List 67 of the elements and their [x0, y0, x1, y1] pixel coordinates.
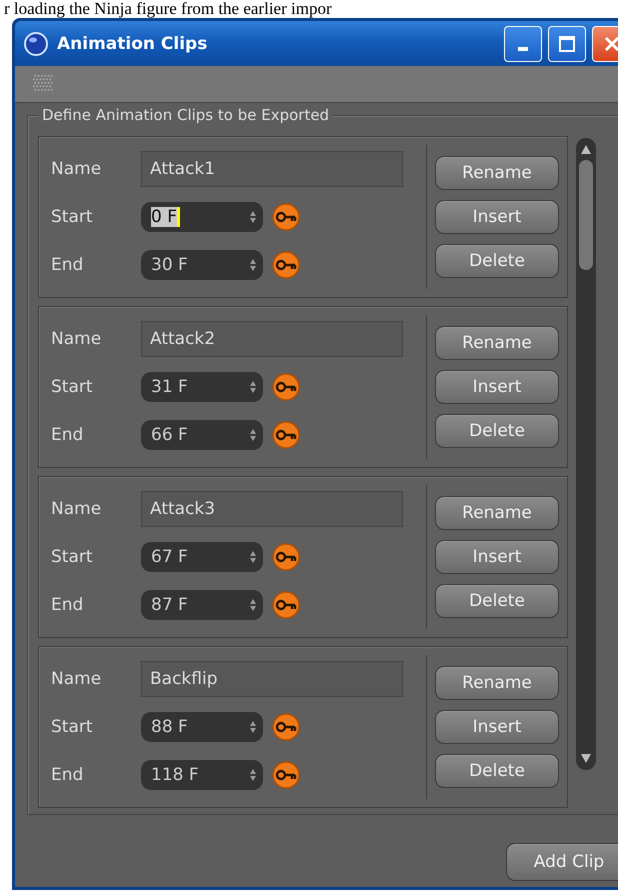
orb-icon	[23, 30, 49, 56]
start-label: Start	[51, 717, 94, 737]
maximize-button[interactable]	[548, 26, 586, 62]
end-frame-field[interactable]: 118 F	[141, 760, 263, 790]
start-frame-field[interactable]: 0 F	[141, 202, 263, 232]
key-icon[interactable]	[271, 202, 301, 232]
delete-button[interactable]: Delete	[435, 414, 559, 448]
end-label: End	[51, 425, 84, 445]
name-label: Name	[51, 159, 102, 179]
end-frame-field[interactable]: 66 F	[141, 420, 263, 450]
minimize-icon	[518, 46, 528, 50]
spin-arrows-icon[interactable]	[249, 768, 257, 782]
key-icon[interactable]	[271, 590, 301, 620]
start-label: Start	[51, 207, 94, 227]
caption-text: r loading the Ninja figure from the earlier impor	[3, 0, 333, 18]
insert-button[interactable]: Insert	[435, 200, 559, 234]
spin-arrows-icon[interactable]	[249, 550, 257, 564]
name-field[interactable]: Attack3	[141, 491, 403, 527]
rename-button[interactable]: Rename	[435, 496, 559, 530]
name-field[interactable]: Attack1	[141, 151, 403, 187]
group-legend: Define Animation Clips to be Exported	[38, 106, 334, 124]
end-label: End	[51, 595, 84, 615]
key-icon[interactable]	[271, 712, 301, 742]
scroll-down-icon[interactable]	[580, 752, 592, 764]
window-title: Animation Clips	[57, 34, 208, 54]
key-icon[interactable]	[271, 372, 301, 402]
key-icon[interactable]	[271, 760, 301, 790]
delete-button[interactable]: Delete	[435, 754, 559, 788]
start-frame-field[interactable]: 88 F	[141, 712, 263, 742]
delete-button[interactable]: Delete	[435, 584, 559, 618]
minimize-button[interactable]	[504, 26, 542, 62]
end-label: End	[51, 255, 84, 275]
spin-arrows-icon[interactable]	[249, 428, 257, 442]
grip-icon[interactable]	[33, 75, 53, 93]
insert-button[interactable]: Insert	[435, 710, 559, 744]
rename-button[interactable]: Rename	[435, 326, 559, 360]
name-label: Name	[51, 329, 102, 349]
key-icon[interactable]	[271, 420, 301, 450]
name-label: Name	[51, 669, 102, 689]
spin-arrows-icon[interactable]	[249, 380, 257, 394]
end-label: End	[51, 765, 84, 785]
end-frame-field[interactable]: 87 F	[141, 590, 263, 620]
rename-button[interactable]: Rename	[435, 666, 559, 700]
spin-arrows-icon[interactable]	[249, 598, 257, 612]
insert-button[interactable]: Insert	[435, 540, 559, 574]
end-frame-field[interactable]: 30 F	[141, 250, 263, 280]
close-icon	[603, 34, 618, 52]
start-frame-field[interactable]: 67 F	[141, 542, 263, 572]
add-clip-button[interactable]: Add Clip	[506, 843, 618, 881]
scroll-thumb[interactable]	[579, 160, 593, 270]
scroll-up-icon[interactable]	[580, 144, 592, 156]
name-field[interactable]: Attack2	[141, 321, 403, 357]
start-label: Start	[51, 547, 94, 567]
scrollbar[interactable]	[576, 138, 596, 770]
key-icon[interactable]	[271, 542, 301, 572]
rename-button[interactable]: Rename	[435, 156, 559, 190]
start-frame-field[interactable]: 31 F	[141, 372, 263, 402]
spin-arrows-icon[interactable]	[249, 210, 257, 224]
delete-button[interactable]: Delete	[435, 244, 559, 278]
spin-arrows-icon[interactable]	[249, 720, 257, 734]
name-label: Name	[51, 499, 102, 519]
key-icon[interactable]	[271, 250, 301, 280]
insert-button[interactable]: Insert	[435, 370, 559, 404]
spin-arrows-icon[interactable]	[249, 258, 257, 272]
maximize-icon	[558, 34, 576, 52]
start-label: Start	[51, 377, 94, 397]
name-field[interactable]: Backflip	[141, 661, 403, 697]
